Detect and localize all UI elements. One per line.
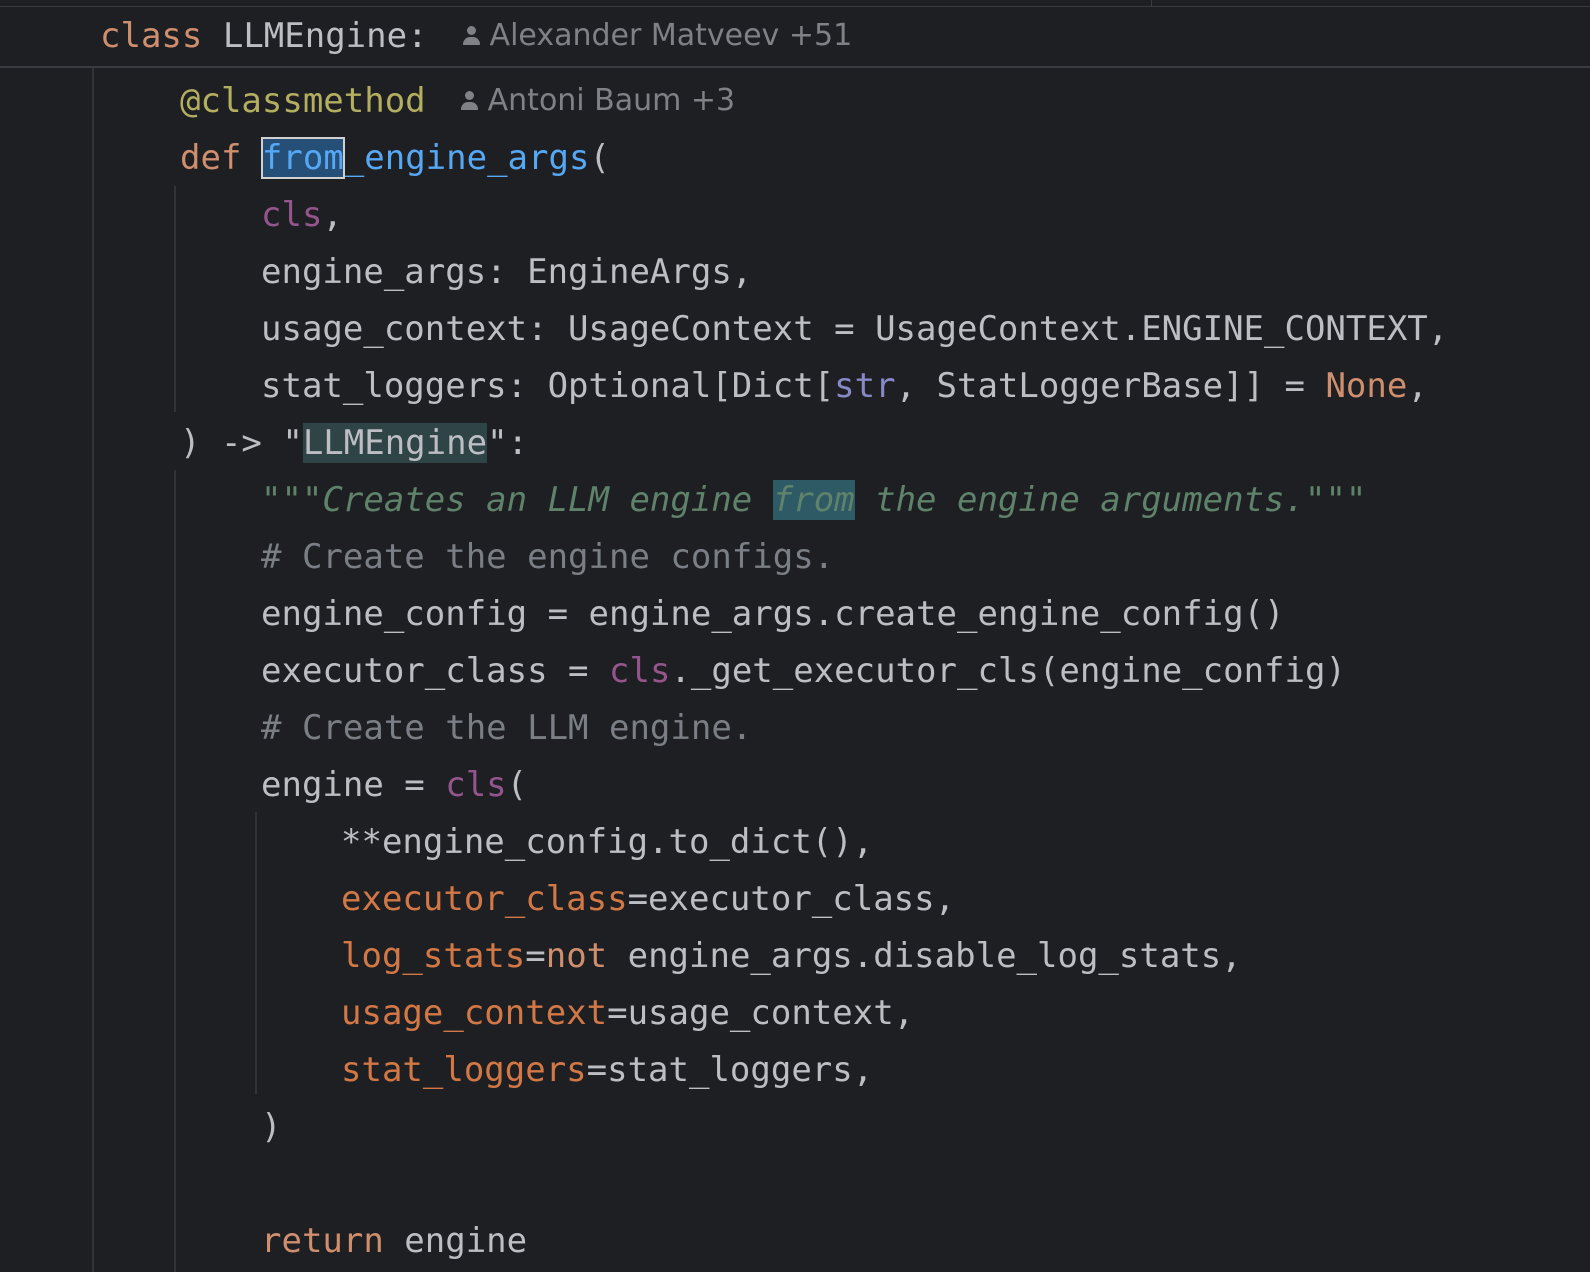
param-cls: cls	[261, 195, 323, 235]
code-line-engine-assign[interactable]: engine = cls(	[261, 756, 527, 814]
code-line-executor-class[interactable]: executor_class = cls._get_executor_cls(e…	[261, 642, 1346, 700]
kw-usage-value: =usage_context,	[607, 993, 915, 1033]
code-line-kw-log-stats[interactable]: log_stats=not engine_args.disable_log_st…	[341, 927, 1242, 985]
engine-assign-b: (	[506, 765, 528, 805]
executor-cls: cls	[609, 651, 671, 691]
code-line-param-usage-context[interactable]: usage_context: UsageContext = UsageConte…	[261, 300, 1448, 358]
function-name-rest: _engine_args	[343, 138, 590, 178]
code-line-return[interactable]: return engine	[261, 1212, 527, 1270]
param-usage-context: usage_context: UsageContext = UsageConte…	[261, 309, 1449, 349]
code-line-return-type[interactable]: ) -> "LLMEngine":	[180, 414, 528, 472]
kw-log-eq: =	[525, 936, 546, 976]
kw-log-value: engine_args.disable_log_stats,	[607, 936, 1242, 976]
kw-usage-name: usage_context	[341, 993, 608, 1033]
kw-dict: **engine_config.to_dict(),	[341, 822, 874, 862]
code-line-param-stat-loggers[interactable]: stat_loggers: Optional[Dict[str, StatLog…	[261, 357, 1428, 415]
return-type-name: LLMEngine	[302, 423, 488, 463]
comment-engine: # Create the LLM engine.	[261, 708, 753, 748]
code-line-kw-dict[interactable]: **engine_config.to_dict(),	[341, 813, 873, 871]
engine-cls: cls	[445, 765, 507, 805]
code-line-def[interactable]: def from_engine_args(	[180, 129, 610, 187]
docstring-a: """Creates an LLM engine	[261, 480, 773, 520]
none-keyword: None	[1325, 366, 1408, 406]
open-paren: (	[589, 138, 610, 178]
method-blame-author: Antoni Baum +3	[487, 83, 736, 118]
function-name-selected[interactable]: from	[260, 137, 345, 179]
code-editor[interactable]: @classmethod Antoni Baum +3 def from_engi…	[0, 0, 1590, 1272]
decorator: @classmethod	[180, 81, 426, 121]
code-line-kw-stat[interactable]: stat_loggers=stat_loggers,	[341, 1041, 873, 1099]
kw-executor-name: executor_class	[341, 879, 628, 919]
engine-config-assign: engine_config = engine_args.create_engin…	[261, 594, 1285, 634]
kw-executor-value: =executor_class,	[627, 879, 956, 919]
param-stat-c: ,	[1407, 366, 1428, 406]
return-keyword: return	[261, 1221, 384, 1261]
param-stat-a: stat_loggers: Optional[Dict[	[261, 366, 835, 406]
docstring-b: the engine arguments."""	[854, 480, 1367, 520]
person-icon	[460, 90, 478, 112]
docstring-match: from	[772, 480, 855, 520]
def-keyword: def	[180, 138, 242, 178]
return-type-a: ) -> "	[180, 423, 303, 463]
builtin-str: str	[834, 366, 896, 406]
code-line-decorator[interactable]: @classmethod Antoni Baum +3	[180, 72, 735, 130]
comment-configs: # Create the engine configs.	[261, 537, 835, 577]
kw-stat-name: stat_loggers	[341, 1050, 587, 1090]
param-engine-args: engine_args: EngineArgs,	[261, 252, 753, 292]
kw-stat-value: =stat_loggers,	[586, 1050, 874, 1090]
executor-class-a: executor_class =	[261, 651, 609, 691]
engine-assign-a: engine =	[261, 765, 446, 805]
code-line-param-cls[interactable]: cls,	[261, 186, 343, 244]
code-line-docstring[interactable]: """Creates an LLM engine from the engine…	[261, 471, 1366, 529]
code-line-param-engine-args[interactable]: engine_args: EngineArgs,	[261, 243, 752, 301]
param-comma: ,	[322, 195, 343, 235]
method-blame[interactable]: Antoni Baum +3	[460, 72, 736, 130]
kw-log-name: log_stats	[341, 936, 526, 976]
code-line-comment-engine[interactable]: # Create the LLM engine.	[261, 699, 752, 757]
code-line-comment-configs[interactable]: # Create the engine configs.	[261, 528, 834, 586]
not-keyword: not	[545, 936, 608, 976]
code-line-engine-config[interactable]: engine_config = engine_args.create_engin…	[261, 585, 1285, 643]
return-type-b: ":	[487, 423, 529, 463]
return-value: engine	[383, 1221, 528, 1261]
code-line-kw-executor[interactable]: executor_class=executor_class,	[341, 870, 955, 928]
close-paren: )	[261, 1107, 282, 1147]
code-line-close-paren[interactable]: )	[261, 1098, 281, 1156]
param-stat-b: , StatLoggerBase]] =	[895, 366, 1326, 406]
executor-class-b: ._get_executor_cls(engine_config)	[670, 651, 1346, 691]
code-line-kw-usage[interactable]: usage_context=usage_context,	[341, 984, 914, 1042]
